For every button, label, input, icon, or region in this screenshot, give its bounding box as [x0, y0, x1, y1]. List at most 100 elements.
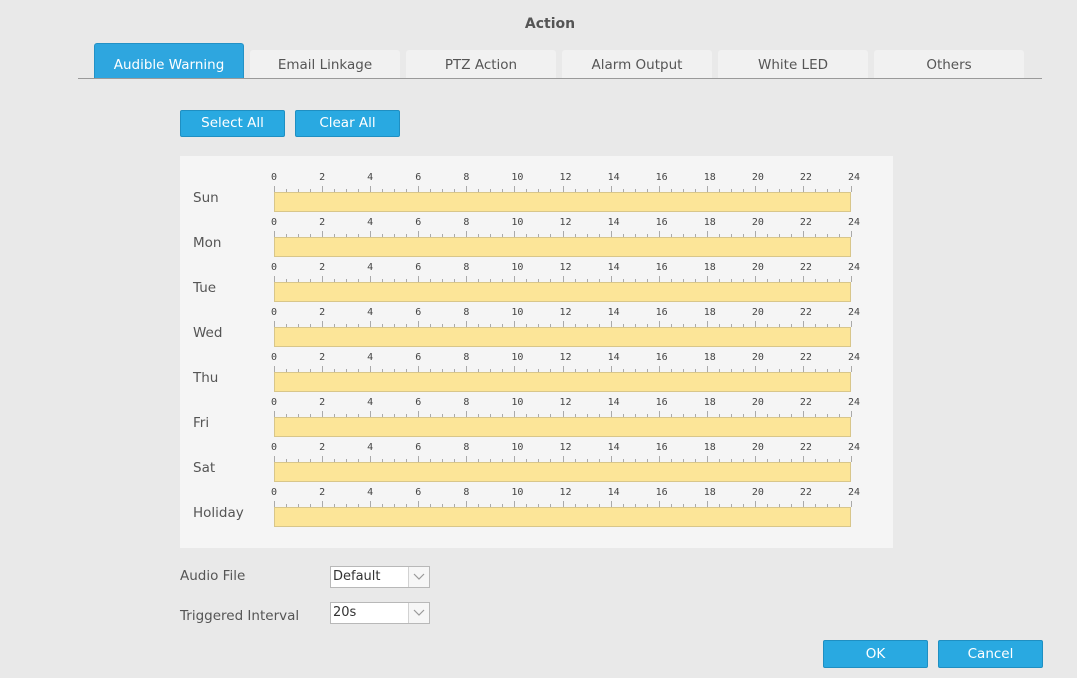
hour-tick-label: 6 — [415, 262, 422, 273]
hour-tick-label: 22 — [799, 262, 812, 273]
hour-tick-label: 16 — [655, 217, 668, 228]
tab-white-led[interactable]: White LED — [718, 50, 868, 78]
hour-tick-label: 24 — [848, 487, 861, 498]
tab-bar: Audible Warning Email Linkage PTZ Action… — [78, 43, 1042, 79]
hour-tick-label: 14 — [607, 442, 620, 453]
triggered-interval-value: 20s — [333, 605, 357, 620]
hour-tick-label: 24 — [848, 262, 861, 273]
hour-tick-label: 8 — [463, 262, 470, 273]
hour-tick-label: 18 — [703, 352, 716, 363]
hour-tick-label: 22 — [799, 307, 812, 318]
hour-tick-label: 24 — [848, 172, 861, 183]
hour-tick-label: 0 — [271, 217, 278, 228]
hour-tick-label: 12 — [559, 217, 572, 228]
hour-tick-label: 24 — [848, 307, 861, 318]
hour-scale: 0 2 4 6 8 10 12 14 16 18 20 22 24 — [271, 172, 860, 192]
select-all-button[interactable]: Select All — [180, 110, 285, 137]
hour-tick-label: 2 — [319, 262, 326, 273]
hour-tick-label: 22 — [799, 352, 812, 363]
hour-tick-label: 2 — [319, 352, 326, 363]
audio-file-label: Audio File — [180, 568, 246, 584]
hour-tick-label: 20 — [751, 487, 764, 498]
tab-ptz-action[interactable]: PTZ Action — [406, 50, 556, 78]
hour-tick-label: 0 — [271, 487, 278, 498]
hour-tick-label: 0 — [271, 397, 278, 408]
hour-tick-label: 16 — [655, 442, 668, 453]
schedule-bar-holiday[interactable] — [274, 507, 851, 527]
hour-tick-label: 0 — [271, 352, 278, 363]
hour-scale: 0 2 4 6 8 10 12 14 16 18 20 22 24 — [271, 217, 860, 237]
hour-tick-label: 12 — [559, 307, 572, 318]
hour-tick-label: 20 — [751, 352, 764, 363]
schedule-row-holiday: Holiday 0 2 4 6 8 10 12 14 16 18 20 22 24 — [180, 471, 893, 527]
hour-tick-label: 20 — [751, 262, 764, 273]
hour-tick-label: 14 — [607, 397, 620, 408]
clear-all-button[interactable]: Clear All — [295, 110, 400, 137]
schedule-row-sat: Sat 0 2 4 6 8 10 12 14 16 18 20 22 24 — [180, 426, 893, 482]
tab-others[interactable]: Others — [874, 50, 1024, 78]
hour-tick — [851, 231, 852, 237]
hour-tick — [851, 276, 852, 282]
hour-tick-label: 8 — [463, 397, 470, 408]
schedule-row-wed: Wed 0 2 4 6 8 10 12 14 16 18 20 22 24 — [180, 291, 893, 347]
hour-tick-label: 6 — [415, 307, 422, 318]
schedule-row-mon: Mon 0 2 4 6 8 10 12 14 16 18 20 22 24 — [180, 201, 893, 257]
ok-button[interactable]: OK — [823, 640, 928, 668]
hour-tick-label: 8 — [463, 307, 470, 318]
dialog-title: Action — [524, 16, 576, 32]
hour-tick-label: 4 — [367, 172, 374, 183]
hour-tick-label: 22 — [799, 487, 812, 498]
hour-tick — [851, 501, 852, 507]
hour-tick-label: 18 — [703, 217, 716, 228]
hour-tick — [851, 186, 852, 192]
hour-tick-label: 12 — [559, 487, 572, 498]
triggered-interval-select[interactable]: 20s — [330, 602, 430, 624]
hour-tick-label: 8 — [463, 442, 470, 453]
hour-tick-label: 2 — [319, 307, 326, 318]
hour-tick-label: 18 — [703, 487, 716, 498]
hour-tick-label: 18 — [703, 262, 716, 273]
hour-scale: 0 2 4 6 8 10 12 14 16 18 20 22 24 — [271, 352, 860, 372]
hour-tick-label: 10 — [511, 442, 524, 453]
hour-tick-label: 12 — [559, 172, 572, 183]
hour-tick-label: 16 — [655, 172, 668, 183]
hour-tick-label: 22 — [799, 172, 812, 183]
hour-tick-label: 6 — [415, 487, 422, 498]
hour-tick-label: 10 — [511, 307, 524, 318]
hour-tick-label: 20 — [751, 307, 764, 318]
hour-scale: 0 2 4 6 8 10 12 14 16 18 20 22 24 — [271, 397, 860, 417]
hour-tick — [851, 411, 852, 417]
hour-tick-label: 14 — [607, 217, 620, 228]
hour-tick-label: 12 — [559, 262, 572, 273]
hour-scale: 0 2 4 6 8 10 12 14 16 18 20 22 24 — [271, 262, 860, 282]
hour-tick-label: 16 — [655, 487, 668, 498]
tab-email-linkage[interactable]: Email Linkage — [250, 50, 400, 78]
hour-tick-label: 10 — [511, 262, 524, 273]
tab-alarm-output[interactable]: Alarm Output — [562, 50, 712, 78]
hour-tick-label: 6 — [415, 217, 422, 228]
triggered-interval-label: Triggered Interval — [180, 608, 300, 624]
schedule-row-sun: Sun 0 2 4 6 8 10 12 14 16 18 20 22 24 — [180, 156, 893, 212]
hour-tick-label: 6 — [415, 442, 422, 453]
hour-tick-label: 6 — [415, 397, 422, 408]
hour-tick-label: 2 — [319, 217, 326, 228]
hour-tick-label: 4 — [367, 442, 374, 453]
hour-tick-label: 0 — [271, 307, 278, 318]
hour-tick-label: 4 — [367, 262, 374, 273]
hour-tick-label: 10 — [511, 352, 524, 363]
hour-scale: 0 2 4 6 8 10 12 14 16 18 20 22 24 — [271, 487, 860, 507]
hour-tick-label: 8 — [463, 352, 470, 363]
hour-tick-label: 22 — [799, 442, 812, 453]
cancel-button[interactable]: Cancel — [938, 640, 1043, 668]
hour-tick-label: 4 — [367, 487, 374, 498]
tab-audible-warning[interactable]: Audible Warning — [94, 43, 244, 78]
hour-tick-label: 6 — [415, 352, 422, 363]
audio-file-select[interactable]: Default — [330, 566, 430, 588]
day-label: Holiday — [193, 505, 244, 521]
hour-tick-label: 24 — [848, 352, 861, 363]
hour-tick-label: 18 — [703, 172, 716, 183]
hour-tick-label: 2 — [319, 442, 326, 453]
schedule-panel: Sun 0 2 4 6 8 10 12 14 16 18 20 22 24 Mon 0 2 4 6 8 10 12 14 16… — [180, 156, 893, 548]
hour-tick-label: 18 — [703, 397, 716, 408]
hour-tick-label: 20 — [751, 217, 764, 228]
